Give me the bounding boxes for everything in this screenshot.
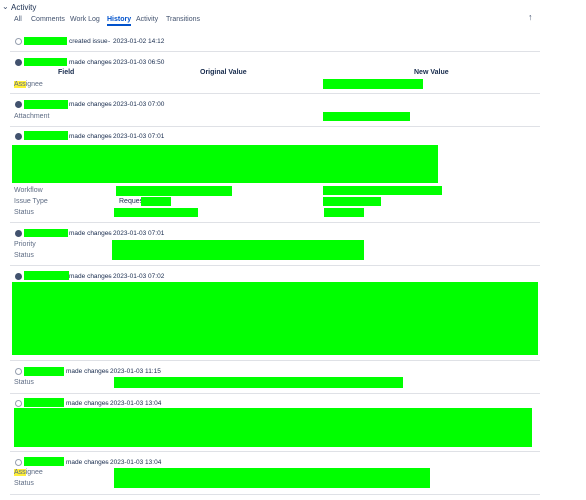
redacted-user-name xyxy=(24,398,64,407)
redacted-new-value xyxy=(323,197,381,206)
user-avatar xyxy=(15,368,22,375)
sort-arrow-up-icon[interactable]: ↑ xyxy=(528,12,533,22)
entry-timestamp: 2023-01-03 06:50 xyxy=(113,59,165,66)
redacted-changes-block xyxy=(12,282,538,355)
tab-work-log[interactable]: Work Log xyxy=(70,16,100,23)
entry-divider xyxy=(10,126,540,127)
field-label-status: Status xyxy=(14,480,34,487)
entry-timestamp: 2023-01-03 07:02 xyxy=(113,273,165,280)
entry-action: made changes xyxy=(69,273,112,280)
redacted-original-value xyxy=(114,208,198,217)
column-header-field: Field xyxy=(58,69,75,76)
entry-action: made changes xyxy=(69,59,112,66)
user-avatar xyxy=(15,459,22,466)
user-avatar xyxy=(15,400,22,407)
entry-separator: - xyxy=(108,101,111,108)
entry-timestamp: 2023-01-03 13:04 xyxy=(110,459,162,466)
redacted-user-name xyxy=(24,457,64,466)
section-title: Activity xyxy=(11,3,37,12)
entry-timestamp: 2023-01-03 07:00 xyxy=(113,101,165,108)
entry-action: made changes xyxy=(66,400,109,407)
redacted-original-value xyxy=(141,197,171,206)
entry-separator: - xyxy=(105,400,108,407)
user-avatar xyxy=(15,38,22,45)
tab-history[interactable]: History xyxy=(107,16,132,26)
entry-timestamp: 2023-01-03 07:01 xyxy=(113,230,165,237)
redacted-changes-block xyxy=(14,408,532,447)
column-header-original-value: Original Value xyxy=(200,69,247,76)
entry-separator: - xyxy=(108,59,111,66)
redacted-user-name xyxy=(24,58,67,66)
entry-action: made changes xyxy=(69,101,112,108)
entry-timestamp: 2023-01-03 11:15 xyxy=(110,368,161,375)
entry-separator: - xyxy=(105,459,108,466)
entry-divider xyxy=(10,360,540,361)
field-label-issue-type: Issue Type xyxy=(14,198,48,205)
redacted-user-name xyxy=(24,271,69,280)
entry-separator: - xyxy=(105,368,108,375)
tab-transitions[interactable]: Transitions xyxy=(166,16,200,23)
search-highlight: Ass xyxy=(14,81,26,88)
field-label-status: Status xyxy=(14,379,34,386)
redacted-values-block xyxy=(114,377,403,388)
entry-timestamp: 2023-01-03 07:01 xyxy=(113,133,165,140)
redacted-user-name xyxy=(24,37,67,45)
tab-comments[interactable]: Comments xyxy=(31,16,65,23)
tab-all[interactable]: All xyxy=(14,16,22,23)
redacted-user-name xyxy=(24,131,68,140)
entry-action: created issue xyxy=(69,38,108,45)
entry-divider xyxy=(10,93,540,94)
entry-action: made changes xyxy=(66,459,109,466)
redacted-new-value xyxy=(323,112,410,121)
entry-separator: - xyxy=(108,230,111,237)
user-avatar xyxy=(15,133,22,140)
field-label-workflow: Workflow xyxy=(14,187,43,194)
redacted-values-block xyxy=(112,240,364,260)
search-highlight: Ass xyxy=(14,469,26,476)
entry-action: made changes xyxy=(69,230,112,237)
field-label-assignee: Assignee xyxy=(14,81,43,88)
redacted-user-name xyxy=(24,229,68,237)
entry-separator: - xyxy=(108,133,111,140)
user-avatar xyxy=(15,101,22,108)
entry-timestamp: 2023-01-02 14:12 xyxy=(113,38,165,45)
field-label-assignee: Assignee xyxy=(14,469,43,476)
entry-divider xyxy=(10,494,540,495)
field-label-status: Status xyxy=(14,252,34,259)
tab-activity[interactable]: Activity xyxy=(136,16,158,23)
entry-separator: - xyxy=(108,273,111,280)
redacted-new-value xyxy=(323,186,442,195)
column-header-new-value: New Value xyxy=(414,69,449,76)
redacted-original-value xyxy=(116,186,232,196)
entry-divider xyxy=(10,51,540,52)
user-avatar xyxy=(15,230,22,237)
entry-divider xyxy=(10,265,540,266)
entry-separator: - xyxy=(108,38,111,45)
field-label-attachment: Attachment xyxy=(14,113,50,120)
user-avatar xyxy=(15,59,22,66)
redacted-values-block xyxy=(114,468,430,488)
collapse-chevron-icon[interactable]: ⌄ xyxy=(2,2,9,11)
redacted-changes-block xyxy=(12,145,438,183)
entry-divider xyxy=(10,451,540,452)
entry-action: made changes xyxy=(66,368,109,375)
redacted-user-name xyxy=(24,367,64,376)
entry-divider xyxy=(10,222,540,223)
field-label-priority: Priority xyxy=(14,241,36,248)
entry-timestamp: 2023-01-03 13:04 xyxy=(110,400,162,407)
field-label-status: Status xyxy=(14,209,34,216)
redacted-new-value xyxy=(324,208,364,217)
entry-divider xyxy=(10,393,540,394)
entry-action: made changes xyxy=(69,133,112,140)
redacted-new-value xyxy=(323,79,423,89)
redacted-user-name xyxy=(24,100,68,109)
user-avatar xyxy=(15,273,22,280)
